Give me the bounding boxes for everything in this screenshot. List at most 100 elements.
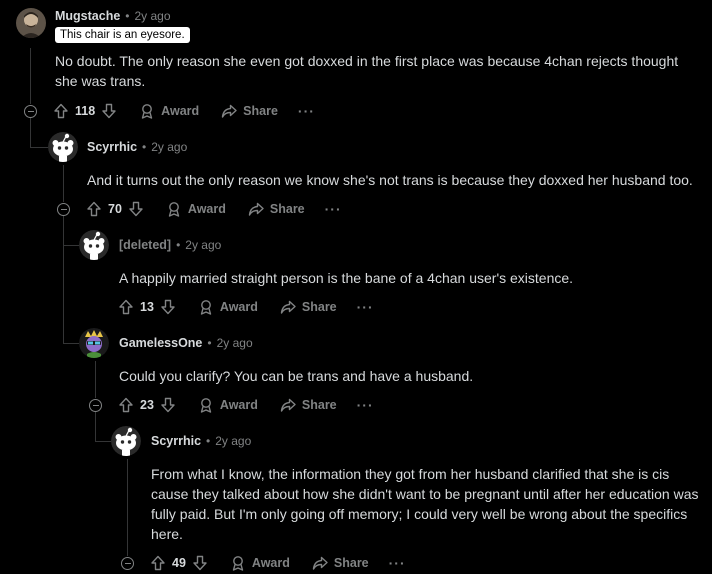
collapse-button[interactable] bbox=[24, 105, 37, 118]
comment-body: And it turns out the only reason we know… bbox=[87, 172, 693, 188]
award-label: Award bbox=[161, 104, 200, 118]
upvote-icon[interactable] bbox=[86, 201, 102, 217]
award-button[interactable]: Award bbox=[139, 103, 199, 119]
comment-body: No doubt. The only reason she even got d… bbox=[55, 53, 679, 89]
separator: • bbox=[207, 336, 212, 350]
comment-action-bar: 23 Award Share ··· bbox=[118, 394, 374, 416]
share-button[interactable]: Share bbox=[221, 103, 278, 119]
downvote-icon[interactable] bbox=[192, 555, 208, 571]
share-button[interactable]: Share bbox=[248, 201, 305, 217]
award-button[interactable]: Award bbox=[166, 201, 226, 217]
comment-body: Could you clarify? You can be trans and … bbox=[119, 368, 474, 384]
award-label: Award bbox=[251, 556, 290, 570]
reddit-snoo-icon bbox=[79, 230, 109, 260]
timestamp[interactable]: 2y ago bbox=[135, 9, 171, 23]
share-label: Share bbox=[243, 104, 278, 118]
thread-line bbox=[127, 459, 128, 556]
comment-action-bar: 13 Award Share ··· bbox=[118, 296, 374, 318]
share-button[interactable]: Share bbox=[280, 299, 337, 315]
avatar[interactable] bbox=[111, 426, 141, 456]
comment-header: [deleted] • 2y ago bbox=[119, 238, 221, 252]
vote-count: 49 bbox=[172, 556, 186, 570]
comment-header: GamelessOne • 2y ago bbox=[119, 336, 253, 350]
separator: • bbox=[142, 140, 147, 154]
comment-action-bar: 70 Award Share ··· bbox=[86, 198, 342, 220]
downvote-icon[interactable] bbox=[128, 201, 144, 217]
share-icon bbox=[248, 202, 264, 216]
share-label: Share bbox=[301, 398, 337, 412]
award-label: Award bbox=[219, 300, 258, 314]
award-label: Award bbox=[187, 202, 226, 216]
upvote-icon[interactable] bbox=[118, 299, 134, 315]
comment-header: Scyrrhic • 2y ago bbox=[87, 140, 187, 154]
reddit-snoo-icon bbox=[111, 426, 141, 456]
share-button[interactable]: Share bbox=[312, 555, 369, 571]
avatar[interactable] bbox=[16, 8, 46, 38]
more-options-button[interactable]: ··· bbox=[357, 299, 374, 315]
username[interactable]: GamelessOne bbox=[119, 336, 202, 350]
award-label: Award bbox=[219, 398, 258, 412]
downvote-icon[interactable] bbox=[160, 397, 176, 413]
comment-header: Scyrrhic • 2y ago bbox=[151, 434, 251, 448]
username[interactable]: Mugstache bbox=[55, 9, 120, 23]
award-icon bbox=[141, 104, 153, 119]
thread-line bbox=[95, 412, 96, 442]
collapse-button[interactable] bbox=[57, 203, 70, 216]
comment-action-bar: 49 Award Share ··· bbox=[150, 552, 406, 574]
award-icon bbox=[232, 556, 244, 571]
thread-line bbox=[63, 216, 64, 344]
share-button[interactable]: Share bbox=[280, 397, 337, 413]
more-options-button[interactable]: ··· bbox=[389, 555, 406, 571]
upvote-icon[interactable] bbox=[150, 555, 166, 571]
share-label: Share bbox=[269, 202, 305, 216]
award-button[interactable]: Award bbox=[230, 555, 290, 571]
thread-branch bbox=[95, 441, 111, 442]
comment-body: A happily married straight person is the… bbox=[119, 270, 574, 286]
reddit-snoo-icon bbox=[48, 132, 78, 162]
more-options-button[interactable]: ··· bbox=[325, 201, 342, 217]
thread-line bbox=[63, 165, 64, 202]
username: [deleted] bbox=[119, 238, 172, 252]
thread-branch bbox=[63, 245, 79, 246]
more-options-button[interactable]: ··· bbox=[298, 103, 315, 119]
vote-count: 118 bbox=[75, 104, 96, 118]
timestamp[interactable]: 2y ago bbox=[215, 434, 251, 448]
user-flair: This chair is an eyesore. bbox=[55, 27, 190, 43]
collapse-button[interactable] bbox=[121, 557, 134, 570]
collapse-button[interactable] bbox=[89, 399, 102, 412]
timestamp[interactable]: 2y ago bbox=[217, 336, 253, 350]
share-icon bbox=[221, 104, 237, 118]
vote-count: 70 bbox=[108, 202, 122, 216]
upvote-icon[interactable] bbox=[53, 103, 69, 119]
more-options-button[interactable]: ··· bbox=[357, 397, 374, 413]
share-icon bbox=[312, 556, 328, 570]
vote-count: 23 bbox=[140, 398, 154, 412]
award-button[interactable]: Award bbox=[198, 299, 258, 315]
share-label: Share bbox=[301, 300, 337, 314]
thread-branch bbox=[30, 147, 48, 148]
comment-body: From what I know, the information they g… bbox=[151, 466, 699, 542]
avatar[interactable] bbox=[79, 328, 109, 358]
username[interactable]: Scyrrhic bbox=[87, 140, 137, 154]
avatar[interactable] bbox=[79, 230, 109, 260]
downvote-icon[interactable] bbox=[101, 103, 117, 119]
separator: • bbox=[206, 434, 211, 448]
thread-line bbox=[30, 118, 31, 148]
separator: • bbox=[125, 9, 130, 23]
downvote-icon[interactable] bbox=[160, 299, 176, 315]
separator: • bbox=[176, 238, 181, 252]
upvote-icon[interactable] bbox=[118, 397, 134, 413]
avatar[interactable] bbox=[48, 132, 78, 162]
timestamp[interactable]: 2y ago bbox=[151, 140, 187, 154]
thread-line bbox=[95, 361, 96, 398]
share-icon bbox=[280, 300, 296, 314]
thread-branch bbox=[63, 343, 79, 344]
award-icon bbox=[200, 398, 212, 413]
username[interactable]: Scyrrhic bbox=[151, 434, 201, 448]
timestamp[interactable]: 2y ago bbox=[185, 238, 221, 252]
share-label: Share bbox=[333, 556, 369, 570]
comment-header: Mugstache • 2y ago bbox=[55, 9, 171, 23]
award-icon bbox=[200, 300, 212, 315]
award-button[interactable]: Award bbox=[198, 397, 258, 413]
comment-action-bar: 118 Award Share ··· bbox=[53, 100, 315, 122]
